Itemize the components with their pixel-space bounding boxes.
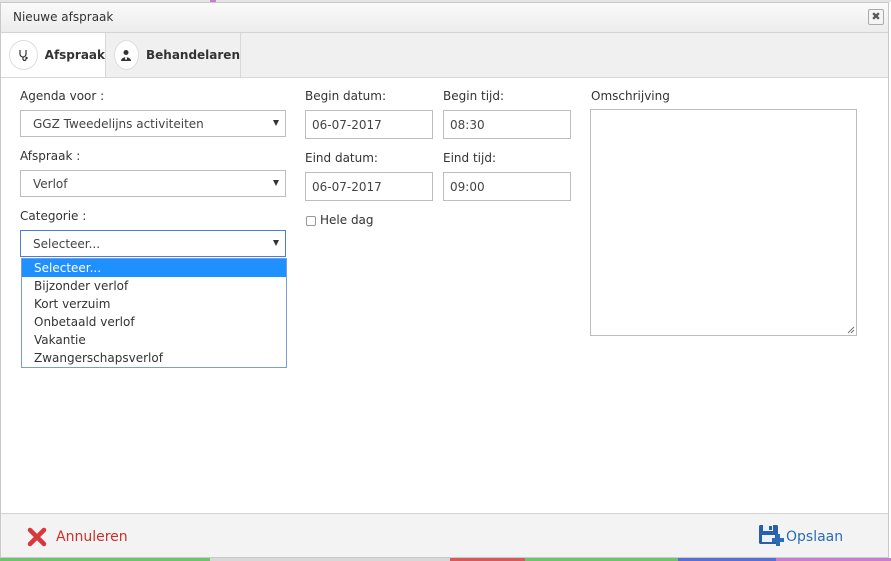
dropdown-option[interactable]: Zwangerschapsverlof bbox=[22, 349, 286, 367]
categorie-label: Categorie : bbox=[20, 209, 87, 223]
agenda-select-value: GGZ Tweedelijns activiteiten bbox=[33, 117, 204, 131]
close-icon: ✖ bbox=[871, 10, 881, 23]
caret-down-icon bbox=[273, 180, 279, 186]
tab-behandelaren-label: Behandelaren bbox=[145, 48, 240, 62]
stethoscope-icon bbox=[9, 40, 38, 70]
tab-afspraak[interactable]: Afspraak bbox=[1, 33, 106, 77]
begin-tijd-label: Begin tijd: bbox=[443, 89, 505, 103]
dropdown-option[interactable]: Bijzonder verlof bbox=[22, 277, 286, 295]
floppy-disk-add-icon bbox=[759, 525, 784, 546]
dropdown-option[interactable]: Kort verzuim bbox=[22, 295, 286, 313]
agenda-label: Agenda voor : bbox=[20, 89, 105, 103]
dropdown-option[interactable]: Onbetaald verlof bbox=[22, 313, 286, 331]
dropdown-option[interactable]: Selecteer... bbox=[22, 259, 286, 277]
dropdown-option[interactable]: Vakantie bbox=[22, 331, 286, 349]
begin-tijd-value: 08:30 bbox=[450, 118, 485, 132]
cancel-button[interactable]: Annuleren bbox=[27, 526, 128, 548]
tab-bar: Afspraak Behandelaren bbox=[1, 33, 888, 78]
categorie-dropdown-list: Selecteer... Bijzonder verlof Kort verzu… bbox=[21, 258, 287, 368]
red-x-icon bbox=[27, 527, 47, 547]
afspraak-select[interactable]: Verlof bbox=[20, 170, 286, 197]
close-button[interactable]: ✖ bbox=[868, 9, 884, 25]
tab-afspraak-label: Afspraak bbox=[44, 48, 105, 62]
eind-datum-value: 06-07-2017 bbox=[312, 180, 382, 194]
eind-datum-label: Eind datum: bbox=[305, 151, 378, 165]
categorie-select[interactable]: Selecteer... bbox=[20, 230, 286, 257]
eind-tijd-label: Eind tijd: bbox=[443, 151, 496, 165]
caret-down-icon bbox=[273, 120, 279, 126]
appointment-dialog: Nieuwe afspraak ✖ Afspraak Behandelaren … bbox=[0, 2, 889, 558]
afspraak-select-value: Verlof bbox=[33, 177, 68, 191]
dialog-titlebar: Nieuwe afspraak ✖ bbox=[1, 3, 888, 33]
hele-dag-label: Hele dag bbox=[320, 213, 374, 227]
begin-datum-value: 06-07-2017 bbox=[312, 118, 382, 132]
tab-behandelaren[interactable]: Behandelaren bbox=[106, 33, 241, 77]
resize-grip-icon[interactable] bbox=[847, 326, 855, 334]
eind-tijd-value: 09:00 bbox=[450, 180, 485, 194]
begin-datum-label: Begin datum: bbox=[305, 89, 386, 103]
categorie-select-value: Selecteer... bbox=[33, 237, 101, 251]
afspraak-label: Afspraak : bbox=[20, 149, 81, 163]
eind-datum-input[interactable]: 06-07-2017 bbox=[305, 172, 433, 201]
hele-dag-checkbox[interactable] bbox=[306, 216, 316, 226]
save-button-label: Opslaan bbox=[786, 529, 844, 545]
dialog-title: Nieuwe afspraak bbox=[13, 10, 114, 24]
doctor-icon bbox=[114, 40, 139, 70]
caret-down-icon bbox=[273, 240, 279, 246]
begin-tijd-input[interactable]: 08:30 bbox=[443, 110, 571, 139]
dialog-footer: Annuleren Opslaan bbox=[1, 513, 888, 557]
omschrijving-label: Omschrijving bbox=[591, 89, 670, 103]
eind-tijd-input[interactable]: 09:00 bbox=[443, 172, 571, 201]
agenda-select[interactable]: GGZ Tweedelijns activiteiten bbox=[20, 110, 286, 137]
omschrijving-textarea[interactable] bbox=[590, 109, 857, 336]
save-button[interactable]: Opslaan bbox=[758, 524, 843, 550]
begin-datum-input[interactable]: 06-07-2017 bbox=[305, 110, 433, 139]
cancel-button-label: Annuleren bbox=[56, 529, 128, 545]
